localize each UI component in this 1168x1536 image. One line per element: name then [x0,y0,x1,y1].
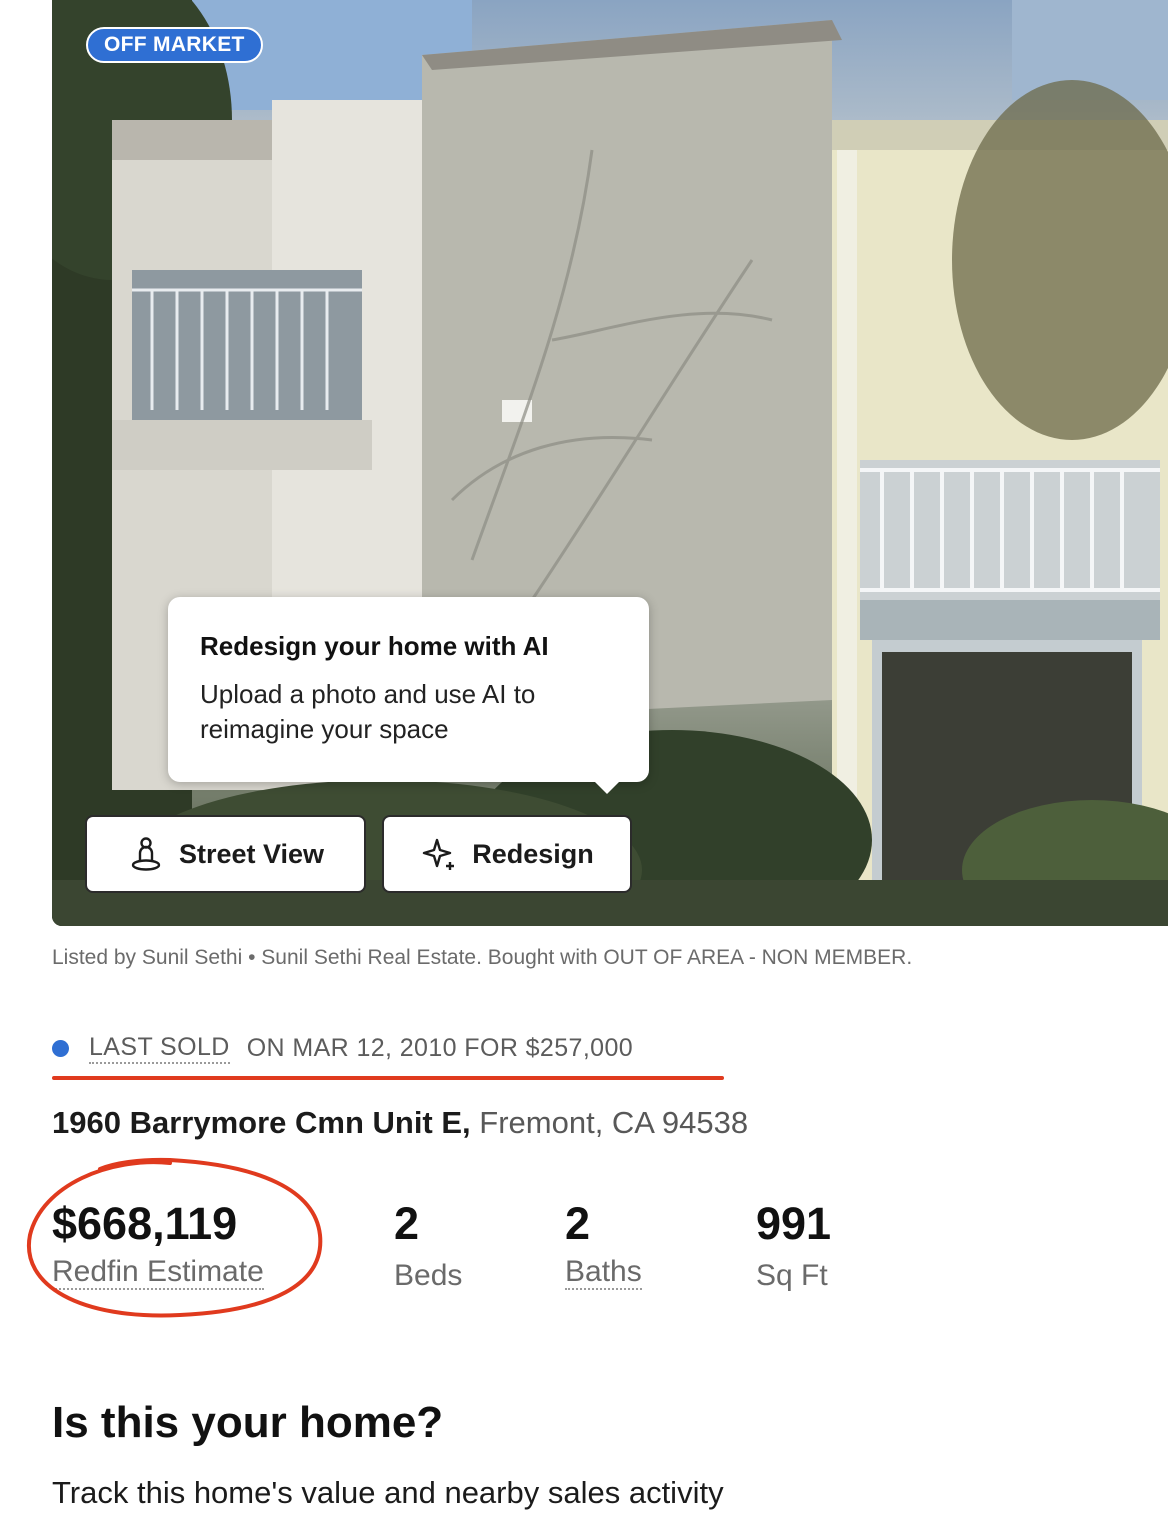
beds-stat: 2 Beds [394,1196,462,1296]
estimate-value: $668,119 [52,1198,238,1249]
redesign-label: Redesign [472,838,594,869]
redesign-button[interactable]: Redesign [382,815,632,893]
tooltip-body: Upload a photo and use AI to reimagine y… [200,679,536,744]
estimate-label[interactable]: Redfin Estimate [52,1256,264,1290]
sqft-label: Sq Ft [756,1259,828,1292]
baths-label[interactable]: Baths [565,1256,642,1290]
red-underline-annotation [52,1076,724,1080]
address-city: Fremont, CA 94538 [479,1105,749,1140]
beds-label: Beds [394,1259,463,1292]
redfin-estimate-stat: $668,119 Redfin Estimate [52,1196,264,1290]
baths-stat: 2 Baths [565,1196,642,1290]
last-sold-label[interactable]: LAST SOLD [89,1032,230,1064]
last-sold-row: LAST SOLD ON MAR 12, 2010 FOR $257,000 [52,1028,633,1068]
sparkle-icon [423,838,455,870]
street-view-person-icon [131,837,161,871]
street-view-label: Street View [178,838,325,869]
listing-attribution: Listed by Sunil Sethi • Sunil Sethi Real… [52,946,913,969]
street-view-button[interactable]: Street View [85,815,366,893]
sqft-value: 991 [756,1198,832,1249]
property-address: 1960 Barrymore Cmn Unit E, Fremont, CA 9… [52,1105,748,1141]
address-street: 1960 Barrymore Cmn Unit E, [52,1105,471,1140]
tooltip-title: Redesign your home with AI [200,631,549,661]
claim-home-body: Track this home's value and nearby sales… [52,1475,724,1510]
claim-home-title: Is this your home? [52,1398,444,1447]
baths-value: 2 [565,1198,591,1249]
beds-value: 2 [394,1198,420,1249]
status-dot-icon [52,1039,69,1057]
off-market-badge: OFF MARKET [86,27,263,63]
sqft-stat: 991 Sq Ft [756,1196,831,1296]
redesign-tooltip: Redesign your home with AI Upload a phot… [168,597,649,794]
last-sold-detail: ON MAR 12, 2010 FOR $257,000 [246,1033,634,1062]
